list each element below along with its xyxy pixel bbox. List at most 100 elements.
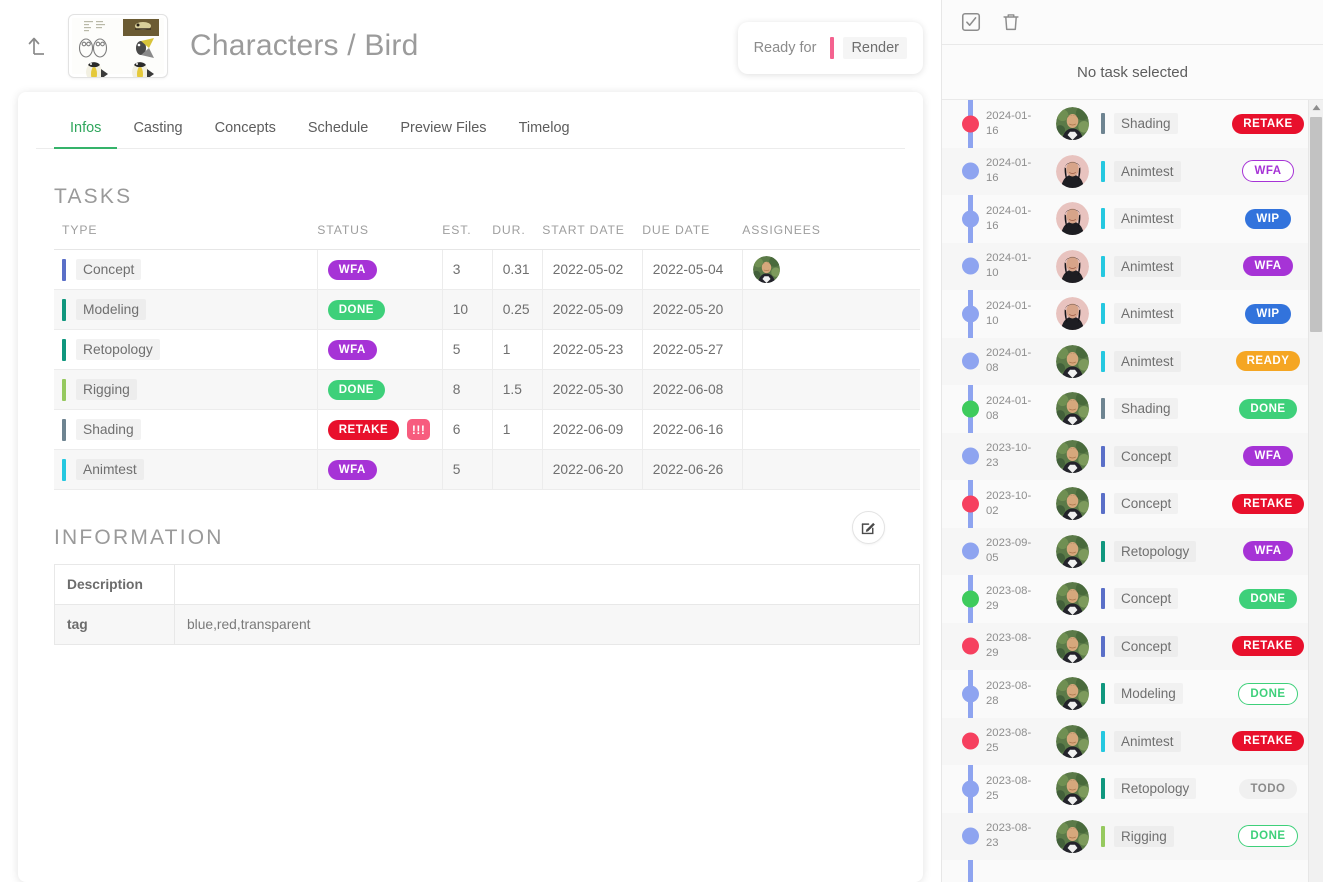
- information-section-header: INFORMATION: [18, 490, 923, 564]
- thumb-cell: [118, 59, 164, 77]
- status-badge: RETAKE: [1232, 731, 1304, 752]
- scrollbar-up-arrow[interactable]: [1309, 100, 1323, 115]
- activity-list[interactable]: 2024-01- 16 Shading RETAKE 2024-01- 16 Animtes…: [942, 100, 1323, 882]
- tab-concepts[interactable]: Concepts: [199, 114, 292, 148]
- task-type-color-bar: [1101, 588, 1105, 610]
- status-badge: WFA: [327, 339, 377, 360]
- avatar[interactable]: [1056, 297, 1089, 331]
- activity-row[interactable]: 2023-08- 29 Concept RETAKE: [942, 622, 1323, 670]
- task-type-cell[interactable]: Concept: [54, 249, 318, 290]
- activity-date: 2023-08- 25: [986, 727, 1032, 755]
- activity-row[interactable]: 2023-08- 28 Modeling DONE: [942, 670, 1323, 718]
- activity-date: 2023-08- 28: [986, 679, 1032, 707]
- avatar[interactable]: [1056, 487, 1089, 521]
- task-assignees[interactable]: [742, 329, 920, 370]
- avatar[interactable]: [1056, 107, 1089, 141]
- avatar[interactable]: [1056, 154, 1089, 188]
- activity-row[interactable]: 2024-01- 08 Animtest READY: [942, 337, 1323, 385]
- edit-information-button[interactable]: [852, 510, 885, 544]
- avatar[interactable]: [1056, 582, 1089, 616]
- task-assignees[interactable]: [742, 369, 920, 410]
- activity-date: 2024-01- 08: [986, 394, 1032, 422]
- tab-casting[interactable]: Casting: [117, 114, 198, 148]
- avatar[interactable]: [1056, 249, 1089, 283]
- avatar[interactable]: [752, 256, 780, 283]
- activity-row[interactable]: 2023-09- 05 Retopology WFA: [942, 527, 1323, 575]
- tab-timelog[interactable]: Timelog: [503, 114, 586, 148]
- task-assignees[interactable]: [742, 289, 920, 330]
- task-type-cell[interactable]: Rigging: [54, 369, 318, 410]
- activity-row[interactable]: 2024-01- 10 Animtest WIP: [942, 290, 1323, 338]
- task-type-cell[interactable]: Modeling: [54, 289, 318, 330]
- activity-row[interactable]: 2023-08- 29 Concept DONE: [942, 575, 1323, 623]
- avatar[interactable]: [1056, 772, 1089, 806]
- task-status-cell[interactable]: RETAKE!!!: [317, 409, 443, 450]
- avatar[interactable]: [1056, 344, 1089, 378]
- task-assignees[interactable]: [742, 449, 920, 490]
- status-badge: WIP: [1245, 208, 1291, 229]
- task-row[interactable]: Modeling DONE 10 0.25 2022-05-09 2022-05-20: [54, 289, 920, 330]
- activity-row[interactable]: 2024-01- 08 Shading DONE: [942, 385, 1323, 433]
- information-key: Description: [54, 564, 175, 605]
- timeline-dot: [962, 827, 979, 845]
- tasks-col-type: TYPE: [54, 223, 318, 250]
- task-type-cell[interactable]: Shading: [54, 409, 318, 450]
- task-status-cell[interactable]: WFA: [317, 329, 443, 370]
- entity-thumbnail[interactable]: [68, 14, 168, 78]
- status-badge: WFA: [1243, 541, 1293, 562]
- task-status-cell[interactable]: WFA: [317, 449, 443, 490]
- avatar[interactable]: [1056, 629, 1089, 663]
- activity-row[interactable]: 2023-08- 25 Retopology TODO: [942, 765, 1323, 813]
- task-row[interactable]: Concept WFA 3 0.31 2022-05-02 2022-05-04: [54, 249, 920, 290]
- task-status-cell[interactable]: WFA: [317, 249, 443, 290]
- task-status-cell[interactable]: DONE: [317, 369, 443, 410]
- delete-button[interactable]: [1000, 11, 1022, 33]
- tab-schedule[interactable]: Schedule: [292, 114, 384, 148]
- task-due-date: 2022-05-20: [642, 289, 743, 330]
- task-type-label: Concept: [1114, 588, 1179, 610]
- task-row[interactable]: Animtest WFA 5 2022-06-20 2022-06-26: [54, 449, 920, 490]
- avatar[interactable]: [1056, 819, 1089, 853]
- task-row[interactable]: Shading RETAKE!!! 6 1 2022-06-09 2022-06-16: [54, 409, 920, 450]
- activity-row[interactable]: 2024-01- 16 Animtest WFA: [942, 147, 1323, 195]
- task-row[interactable]: Rigging DONE 8 1.5 2022-05-30 2022-06-08: [54, 369, 920, 410]
- activity-status: WIP: [1229, 208, 1307, 229]
- task-type-color-bar: [62, 458, 66, 481]
- information-table: Description tag blue,red,transparent: [54, 564, 920, 645]
- activity-rows: 2024-01- 16 Shading RETAKE 2024-01- 16 Animtes…: [942, 100, 1323, 860]
- task-row[interactable]: Retopology WFA 5 1 2022-05-23 2022-05-27: [54, 329, 920, 370]
- task-status: RETAKE!!!: [327, 419, 432, 440]
- task-type-cell[interactable]: Animtest: [54, 449, 318, 490]
- tab-preview-files[interactable]: Preview Files: [384, 114, 502, 148]
- avatar[interactable]: [1056, 534, 1089, 568]
- activity-scrollbar[interactable]: [1308, 100, 1323, 882]
- tab-infos[interactable]: Infos: [54, 114, 118, 149]
- activity-row[interactable]: 2024-01- 10 Animtest WFA: [942, 242, 1323, 290]
- activity-row[interactable]: 2023-10- 02 Concept RETAKE: [942, 480, 1323, 528]
- task-type-color-bar: [1101, 683, 1105, 705]
- task-assignees[interactable]: [742, 249, 920, 290]
- activity-row[interactable]: 2023-08- 23 Rigging DONE: [942, 812, 1323, 860]
- task-assignees[interactable]: [742, 409, 920, 450]
- information-title: INFORMATION: [54, 526, 224, 549]
- timeline-dot: [962, 162, 979, 180]
- back-button[interactable]: [22, 29, 56, 63]
- activity-row[interactable]: 2023-10- 23 Concept WFA: [942, 432, 1323, 480]
- activity-row[interactable]: 2024-01- 16 Shading RETAKE: [942, 100, 1323, 148]
- activity-status: READY: [1229, 351, 1307, 372]
- activity-row[interactable]: 2024-01- 16 Animtest WIP: [942, 195, 1323, 243]
- select-all-button[interactable]: [960, 11, 982, 33]
- task-type-cell[interactable]: Retopology: [54, 329, 318, 370]
- avatar[interactable]: [1056, 202, 1089, 236]
- activity-row[interactable]: 2023-08- 25 Animtest RETAKE: [942, 717, 1323, 765]
- tasks-table: TYPE STATUS EST. DUR. START DATE DUE DATE ASSI…: [54, 223, 920, 490]
- avatar[interactable]: [1056, 724, 1089, 758]
- ready-for-chip[interactable]: Ready for Render: [737, 22, 923, 74]
- scrollbar-thumb[interactable]: [1310, 117, 1322, 332]
- status-badge: WIP: [1245, 303, 1291, 324]
- avatar[interactable]: [1056, 392, 1089, 426]
- avatar[interactable]: [1056, 439, 1089, 473]
- task-status-cell[interactable]: DONE: [317, 289, 443, 330]
- avatar[interactable]: [1056, 677, 1089, 711]
- tab-label: Casting: [133, 120, 183, 136]
